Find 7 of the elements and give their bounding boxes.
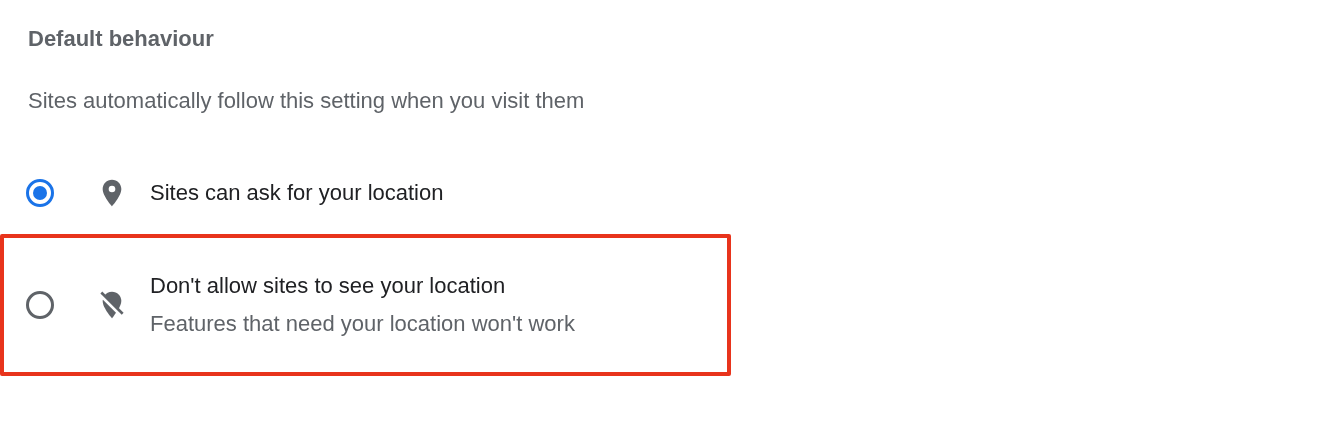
radio-button[interactable]	[26, 291, 54, 319]
radio-button[interactable]	[26, 179, 54, 207]
section-description: Sites automatically follow this setting when you visit them	[28, 88, 586, 114]
option-description: Features that need your location won't work	[150, 311, 575, 337]
option-label: Sites can ask for your location	[150, 180, 444, 206]
option-label: Don't allow sites to see your location	[150, 273, 507, 299]
section-title: Default behaviour	[28, 26, 215, 52]
